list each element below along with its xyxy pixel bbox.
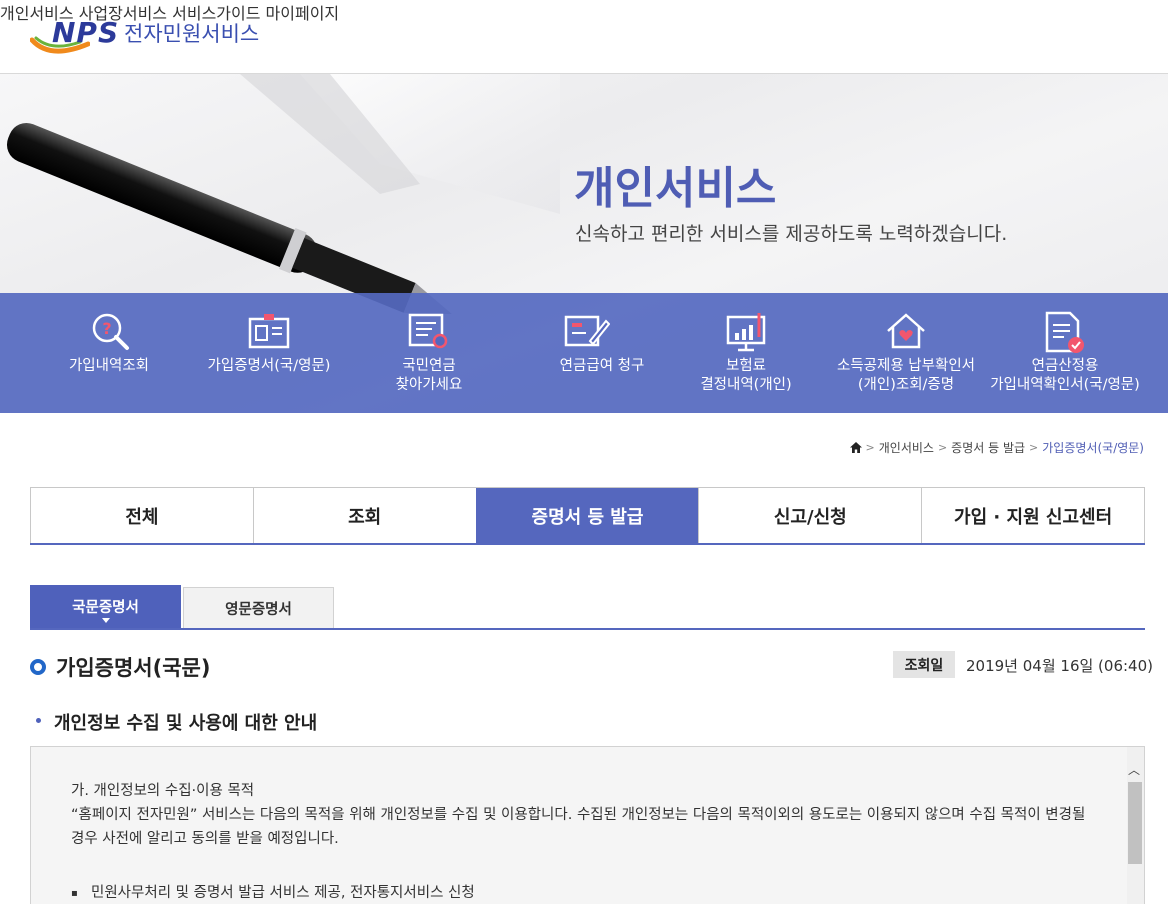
notice-paragraph: “홈페이지 전자민원” 서비스는 다음의 목적을 위해 개인정보를 수집 및 이… — [71, 807, 1086, 847]
quick-item-label: 연금산정용 가입내역확인서(국/영문) — [990, 358, 1140, 393]
chevron-up-icon[interactable]: ︿ — [1128, 761, 1140, 778]
site-header: NPS 전자민원서비스 개인서비스 사업장서비스 서비스가이드 마이페이지 — [0, 0, 1168, 74]
quick-item-label: 가입증명서(국/영문) — [207, 358, 331, 374]
quick-item-label: 보험료 결정내역(개인) — [700, 358, 792, 393]
document-check-icon — [1045, 311, 1084, 353]
certificate-language-tabs: 국문증명서 영문증명서 — [30, 585, 1145, 630]
quick-item-pension-claim[interactable]: 연금급여 청구 — [528, 293, 676, 413]
tab-korean-certificate[interactable]: 국문증명서 — [30, 585, 181, 628]
category-tabs: 전체 조회 증명서 등 발급 신고/신청 가입 · 지원 신고센터 — [30, 487, 1145, 545]
privacy-notice-box[interactable]: 가. 개인정보의 수집·이용 목적 “홈페이지 전자민원” 서비스는 다음의 목… — [30, 746, 1145, 904]
breadcrumb-item[interactable]: 증명서 등 발급 — [951, 439, 1025, 456]
quick-item-find-pension[interactable]: 국민연금 찾아가세요 — [370, 293, 488, 413]
banner-description: 신속하고 편리한 서비스를 제공하도록 노력하겠습니다. — [575, 223, 1008, 245]
quick-item-label: 가입내역조회 — [68, 358, 150, 374]
circle-bullet-icon — [30, 659, 46, 675]
pen-illustration — [6, 74, 560, 314]
nav-mypage[interactable]: 마이페이지 — [266, 4, 340, 23]
breadcrumb-current: 가입증명서(국/영문) — [1042, 441, 1144, 455]
section-title: 개인정보 수집 및 사용에 대한 안내 — [54, 713, 318, 734]
scrollbar-thumb[interactable] — [1128, 782, 1142, 864]
tab-support-center[interactable]: 가입 · 지원 신고센터 — [921, 488, 1145, 543]
document-search-icon — [408, 313, 448, 349]
tab-report-application[interactable]: 신고/신청 — [698, 488, 922, 543]
quick-item-label: 연금급여 청구 — [559, 358, 645, 374]
breadcrumb-item[interactable]: 개인서비스 — [879, 439, 934, 456]
document-pen-icon — [564, 315, 610, 347]
chevron-right-icon: > — [937, 441, 948, 454]
tab-english-certificate[interactable]: 영문증명서 — [183, 587, 334, 628]
vertical-scrollbar[interactable]: ︿ — [1127, 747, 1144, 904]
nps-logo[interactable]: NPS 전자민원서비스 — [30, 14, 270, 60]
svg-text:?: ? — [102, 319, 111, 338]
quick-menu: ? 가입내역조회 가입증명서(국/영문) 국민연금 찾아가세요 연금급여 청구 … — [0, 293, 1168, 413]
id-card-icon — [248, 314, 290, 349]
square-bullet-icon: ▪ — [71, 887, 78, 899]
quick-item-pension-calc[interactable]: 연금산정용 가입내역확인서(국/영문) — [986, 293, 1144, 413]
list-item: ▪ 민원사무처리 및 증명서 발급 서비스 제공, 전자통지서비스 신청 — [71, 881, 475, 902]
chevron-right-icon: > — [1029, 441, 1039, 454]
search-question-icon: ? — [92, 313, 129, 350]
notice-heading: 가. 개인정보의 수집·이용 목적 — [71, 783, 255, 799]
monitor-chart-icon — [726, 313, 766, 352]
inquiry-date-label: 조회일 — [893, 651, 955, 678]
hero-banner: 개인서비스 신속하고 편리한 서비스를 제공하도록 노력하겠습니다. ? 가입내… — [0, 74, 1168, 413]
quick-item-subscription-history[interactable]: ? 가입내역조회 — [50, 293, 168, 413]
quick-item-certificate[interactable]: 가입증명서(국/영문) — [198, 293, 340, 413]
house-heart-icon — [887, 313, 925, 349]
inquiry-date-value: 2019년 04월 16일 (06:40) — [966, 657, 1153, 675]
quick-item-payment-confirmation[interactable]: 소득공제용 납부확인서 (개인)조회/증명 — [826, 293, 986, 413]
tab-all[interactable]: 전체 — [30, 488, 253, 543]
list-item-text: 민원사무처리 및 증명서 발급 서비스 제공, 전자통지서비스 신청 — [91, 885, 475, 901]
quick-item-premium-decision[interactable]: 보험료 결정내역(개인) — [686, 293, 806, 413]
breadcrumb: > 개인서비스 > 증명서 등 발급 > 가입증명서(국/영문) — [849, 439, 1144, 456]
quick-item-label: 국민연금 찾아가세요 — [395, 358, 463, 393]
chevron-right-icon: > — [865, 441, 875, 454]
tab-inquiry[interactable]: 조회 — [252, 488, 476, 543]
dot-bullet-icon — [36, 718, 41, 723]
page-title: 가입증명서(국문) — [56, 656, 211, 680]
home-icon[interactable] — [849, 442, 862, 453]
logo-service-name: 전자민원서비스 — [124, 22, 260, 46]
tab-certificate-issuance[interactable]: 증명서 등 발급 — [475, 488, 699, 543]
banner-title: 개인서비스 — [574, 163, 777, 214]
quick-item-label: 소득공제용 납부확인서 (개인)조회/증명 — [836, 358, 975, 393]
logo-brand: NPS — [52, 16, 120, 49]
